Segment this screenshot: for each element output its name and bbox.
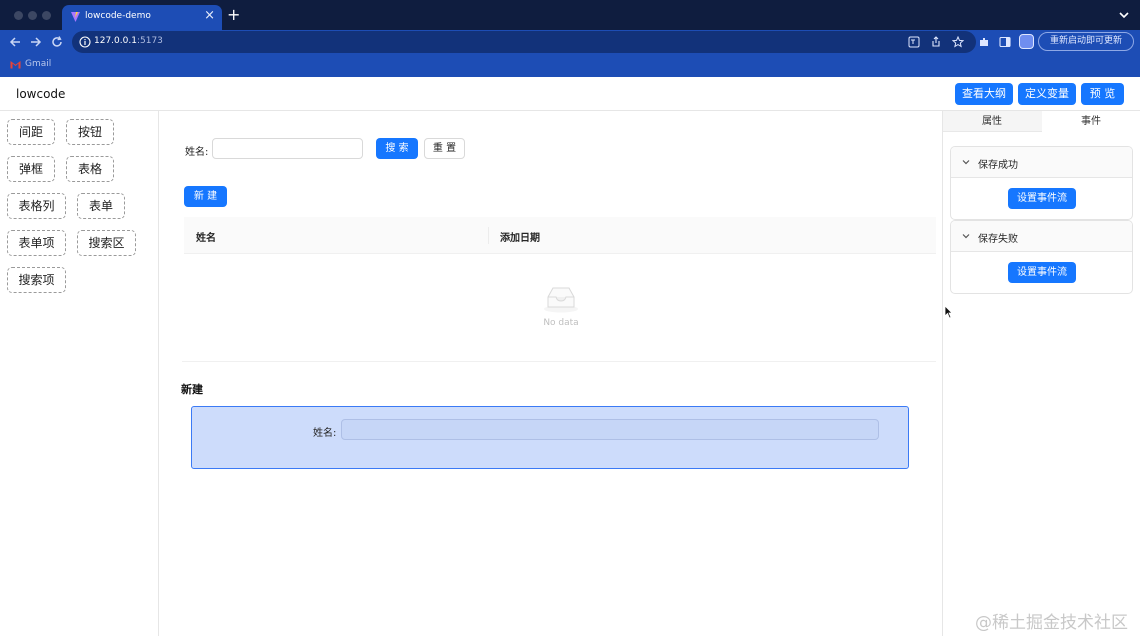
empty-inbox-icon xyxy=(544,287,578,313)
mouse-cursor-icon xyxy=(944,305,953,319)
component-modal[interactable]: 弹框 xyxy=(7,156,55,182)
set-event-flow-button[interactable]: 设置事件流 xyxy=(1008,188,1076,209)
reload-icon[interactable] xyxy=(50,35,64,49)
app-header: lowcode 查看大纲 定义变量 预 览 xyxy=(0,77,1140,111)
event-card-header[interactable]: 保存失败 xyxy=(951,221,1132,252)
component-search-item[interactable]: 搜索项 xyxy=(7,267,66,293)
component-palette: 间距 按钮 弹框 表格 表格列 表单 表单项 搜索区 搜索项 xyxy=(0,111,159,636)
tab-properties[interactable]: 属性 xyxy=(943,111,1041,132)
gmail-icon xyxy=(10,61,21,69)
browser-tabstrip: lowcode-demo × + xyxy=(0,0,1140,30)
selected-form-block[interactable]: 姓名: xyxy=(191,406,909,469)
column-divider xyxy=(488,227,489,244)
translate-icon[interactable] xyxy=(908,36,920,48)
address-bar[interactable]: 127.0.0.1:5173 xyxy=(72,31,976,53)
event-title: 保存失败 xyxy=(978,234,1018,245)
component-form[interactable]: 表单 xyxy=(77,193,125,219)
editor-canvas: 姓名: 搜 索 重 置 新 建 姓名 添加日期 No data 新建 姓名: xyxy=(160,111,942,636)
side-panel-icon[interactable] xyxy=(999,36,1011,48)
bookmark-gmail[interactable]: Gmail xyxy=(25,59,51,69)
empty-state-text: No data xyxy=(543,318,579,328)
component-button[interactable]: 按钮 xyxy=(66,119,114,145)
url-port: :5173 xyxy=(136,36,163,46)
minimize-window-dot[interactable] xyxy=(28,11,37,20)
bookmarks-bar: Gmail xyxy=(0,54,1140,77)
reset-button[interactable]: 重 置 xyxy=(424,138,465,159)
tab-title: lowcode-demo xyxy=(85,11,151,21)
new-record-button[interactable]: 新 建 xyxy=(184,186,227,207)
preview-button[interactable]: 预 览 xyxy=(1081,83,1124,105)
tab-events[interactable]: 事件 xyxy=(1042,111,1140,132)
vite-favicon-icon xyxy=(71,12,80,22)
modal-section-title: 新建 xyxy=(181,383,203,396)
update-chrome-button[interactable]: 重新启动即可更新 xyxy=(1038,32,1134,51)
browser-tab[interactable]: lowcode-demo × xyxy=(62,5,222,30)
search-button[interactable]: 搜 索 xyxy=(376,138,418,159)
search-name-label: 姓名: xyxy=(185,147,209,158)
component-table-column[interactable]: 表格列 xyxy=(7,193,66,219)
new-tab-button[interactable]: + xyxy=(227,6,240,24)
app-logo: lowcode xyxy=(16,87,66,101)
tab-close-icon[interactable]: × xyxy=(204,8,215,24)
url-host: 127.0.0.1 xyxy=(94,36,137,46)
canvas-divider xyxy=(182,361,936,362)
watermark-text: @稀土掘金技术社区 xyxy=(975,613,1128,633)
component-search-area[interactable]: 搜索区 xyxy=(77,230,136,256)
component-table[interactable]: 表格 xyxy=(66,156,114,182)
component-spacing[interactable]: 间距 xyxy=(7,119,55,145)
maximize-window-dot[interactable] xyxy=(42,11,51,20)
site-info-icon[interactable] xyxy=(79,36,91,48)
component-form-item[interactable]: 表单项 xyxy=(7,230,66,256)
chevron-down-icon xyxy=(962,234,970,239)
tab-search-icon[interactable] xyxy=(1118,8,1130,22)
column-header-name[interactable]: 姓名 xyxy=(196,229,216,244)
forward-arrow-icon[interactable] xyxy=(29,35,43,49)
event-card-header[interactable]: 保存成功 xyxy=(951,147,1132,178)
form-name-label: 姓名: xyxy=(313,428,337,439)
url-text: 127.0.0.1:5173 xyxy=(94,36,163,46)
share-icon[interactable] xyxy=(930,36,942,48)
table-header: 姓名 添加日期 xyxy=(184,217,936,254)
settings-panel: 属性 事件 保存成功 设置事件流 保存失败 设置事件流 xyxy=(942,111,1140,636)
event-card-save-failure: 保存失败 设置事件流 xyxy=(950,220,1133,294)
chevron-down-icon xyxy=(962,160,970,165)
browser-toolbar: 127.0.0.1:5173 重新启动即可更新 xyxy=(0,30,1140,54)
column-header-date[interactable]: 添加日期 xyxy=(500,229,540,244)
event-title: 保存成功 xyxy=(978,160,1018,171)
event-card-save-success: 保存成功 设置事件流 xyxy=(950,146,1133,220)
search-name-input[interactable] xyxy=(212,138,363,159)
bookmark-star-icon[interactable] xyxy=(952,36,964,48)
extensions-puzzle-icon[interactable] xyxy=(978,36,990,48)
form-name-input[interactable] xyxy=(341,419,879,440)
back-arrow-icon[interactable] xyxy=(8,35,22,49)
view-outline-button[interactable]: 查看大纲 xyxy=(955,83,1013,105)
profile-avatar[interactable] xyxy=(1019,34,1034,49)
settings-tabs: 属性 事件 xyxy=(943,111,1140,132)
close-window-dot[interactable] xyxy=(14,11,23,20)
define-variables-button[interactable]: 定义变量 xyxy=(1018,83,1076,105)
set-event-flow-button[interactable]: 设置事件流 xyxy=(1008,262,1076,283)
